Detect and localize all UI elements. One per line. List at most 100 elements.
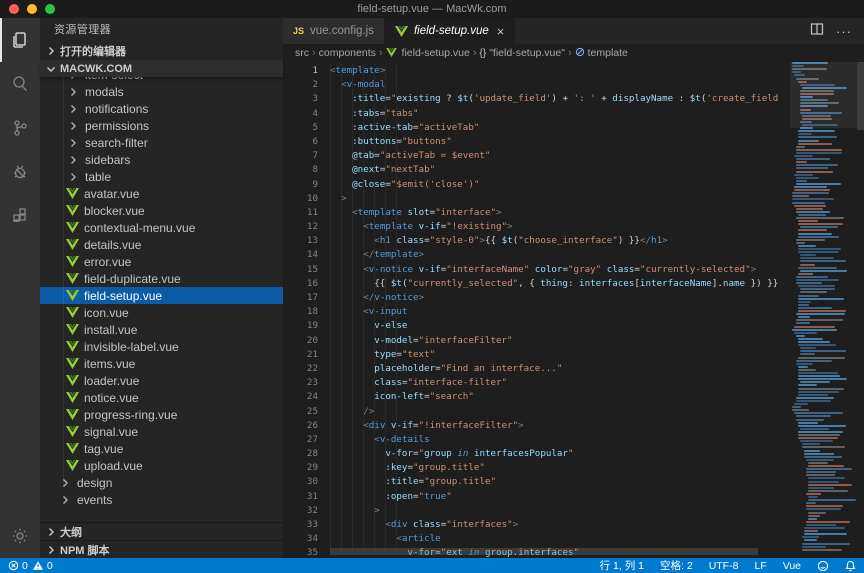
debug-icon[interactable]: [0, 150, 40, 194]
breadcrumb-separator: ›: [473, 47, 477, 59]
extensions-icon[interactable]: [0, 194, 40, 238]
code-line-32: >: [330, 504, 790, 518]
status-language-mode[interactable]: Vue: [783, 560, 801, 572]
minimap-line: [800, 288, 835, 290]
tree-item-label: progress-ring.vue: [84, 408, 177, 422]
status-bar: 0 0 行 1, 列 1 空格: 2 UTF-8 LF Vue: [0, 558, 864, 573]
tree-file-notice.vue[interactable]: notice.vue: [40, 389, 283, 406]
tree-file-invisible-label.vue[interactable]: invisible-label.vue: [40, 338, 283, 355]
vertical-scrollbar[interactable]: [857, 62, 864, 130]
status-eol[interactable]: LF: [754, 560, 766, 572]
tree-file-progress-ring.vue[interactable]: progress-ring.vue: [40, 406, 283, 423]
split-editor-icon[interactable]: [810, 22, 824, 41]
tree-file-contextual-menu.vue[interactable]: contextual-menu.vue: [40, 219, 283, 236]
chevron-right-icon: [58, 476, 72, 490]
tree-file-avatar.vue[interactable]: avatar.vue: [40, 185, 283, 202]
horizontal-scrollbar[interactable]: [330, 548, 758, 555]
tab-vue-config-js[interactable]: JS vue.config.js: [283, 18, 385, 44]
close-tab-icon[interactable]: ×: [497, 24, 505, 39]
tree-folder-notifications[interactable]: notifications: [40, 100, 283, 117]
minimap-line: [798, 140, 819, 142]
breadcrumb-template[interactable]: template: [575, 47, 628, 60]
search-icon[interactable]: [0, 62, 40, 106]
minimap-line: [808, 518, 817, 520]
minimap-line: [800, 440, 833, 442]
tree-folder-modals[interactable]: modals: [40, 83, 283, 100]
code-line-6: :buttons="buttons": [330, 135, 790, 149]
outline-label: 大纲: [60, 524, 82, 540]
minimap-line: [796, 161, 807, 163]
feedback-smiley-icon[interactable]: [817, 560, 829, 572]
code-line-12: <template v-if="!existing">: [330, 220, 790, 234]
minimap-line: [808, 484, 852, 486]
minimap-line: [796, 313, 845, 315]
minimap-line: [798, 298, 844, 300]
code-line-21: type="text": [330, 348, 790, 362]
tree-folder-table[interactable]: table: [40, 168, 283, 185]
more-actions-icon[interactable]: ···: [836, 24, 852, 39]
breadcrumb-module[interactable]: {} "field-setup.vue": [480, 47, 565, 59]
tree-file-error.vue[interactable]: error.vue: [40, 253, 283, 270]
status-cursor-position[interactable]: 行 1, 列 1: [600, 558, 644, 573]
minimap-line: [806, 468, 852, 470]
minimap-line: [796, 360, 832, 362]
tree-file-tag.vue[interactable]: tag.vue: [40, 440, 283, 457]
vue-icon: [386, 48, 399, 59]
problems-warnings[interactable]: 0: [32, 560, 53, 572]
tree-file-field-duplicate.vue[interactable]: field-duplicate.vue: [40, 270, 283, 287]
tree-file-upload.vue[interactable]: upload.vue: [40, 457, 283, 474]
tree-file-blocker.vue[interactable]: blocker.vue: [40, 202, 283, 219]
minimap-line: [798, 304, 809, 306]
minimap-line: [800, 353, 815, 355]
minimap-line: [796, 400, 831, 402]
status-encoding[interactable]: UTF-8: [709, 560, 739, 572]
outline-section[interactable]: 大纲: [40, 522, 283, 540]
npm-scripts-section[interactable]: NPM 脚本: [40, 540, 283, 558]
tree-folder-search-filter[interactable]: search-filter: [40, 134, 283, 151]
chevron-right-icon: [44, 525, 58, 539]
minimap-line: [798, 245, 816, 247]
source-control-icon[interactable]: [0, 106, 40, 150]
minimap-line: [796, 152, 842, 154]
notifications-bell-icon[interactable]: [845, 560, 856, 572]
tree-folder-permissions[interactable]: permissions: [40, 117, 283, 134]
tree-file-install.vue[interactable]: install.vue: [40, 321, 283, 338]
tree-file-field-setup.vue[interactable]: field-setup.vue: [40, 287, 283, 304]
tree-folder-sidebars[interactable]: sidebars: [40, 151, 283, 168]
problems-errors[interactable]: 0: [8, 560, 28, 572]
minimap-line: [808, 465, 844, 467]
tree-item-label: table: [85, 170, 111, 184]
minimap-line: [796, 276, 828, 278]
status-indentation[interactable]: 空格: 2: [660, 558, 693, 573]
warning-count: 0: [47, 560, 53, 572]
vue-icon: [66, 273, 79, 284]
code-line-34: <article: [330, 532, 790, 546]
explorer-icon[interactable]: [0, 18, 40, 62]
minimap-line: [800, 257, 834, 259]
chevron-right-icon: [44, 44, 58, 58]
tree-item-label: contextual-menu.vue: [84, 221, 195, 235]
minimap-line: [800, 428, 829, 430]
tree-folder-events[interactable]: events: [40, 491, 283, 508]
breadcrumb-src[interactable]: src: [295, 47, 309, 59]
tree-file-signal.vue[interactable]: signal.vue: [40, 423, 283, 440]
minimap-slider[interactable]: [790, 62, 857, 128]
settings-gear-icon[interactable]: [0, 514, 40, 558]
breadcrumb-components[interactable]: components: [319, 47, 376, 59]
minimap-line: [796, 217, 844, 219]
chevron-right-icon: [44, 543, 58, 557]
tree-file-icon.vue[interactable]: icon.vue: [40, 304, 283, 321]
tree-file-loader.vue[interactable]: loader.vue: [40, 372, 283, 389]
minimap[interactable]: [790, 62, 857, 558]
root-folder-section[interactable]: MACWK.COM: [40, 60, 283, 77]
minimap-line: [804, 450, 820, 452]
tree-file-items.vue[interactable]: items.vue: [40, 355, 283, 372]
minimap-line: [796, 164, 838, 166]
tree-file-details.vue[interactable]: details.vue: [40, 236, 283, 253]
breadcrumb-file[interactable]: field-setup.vue: [386, 47, 470, 59]
code-editor[interactable]: 1234567891011121314151617181920212223242…: [283, 62, 864, 558]
open-editors-section[interactable]: 打开的编辑器: [40, 42, 283, 60]
tree-folder-design[interactable]: design: [40, 474, 283, 491]
tab-field-setup-vue[interactable]: field-setup.vue ×: [385, 18, 515, 44]
vue-icon: [66, 341, 79, 352]
